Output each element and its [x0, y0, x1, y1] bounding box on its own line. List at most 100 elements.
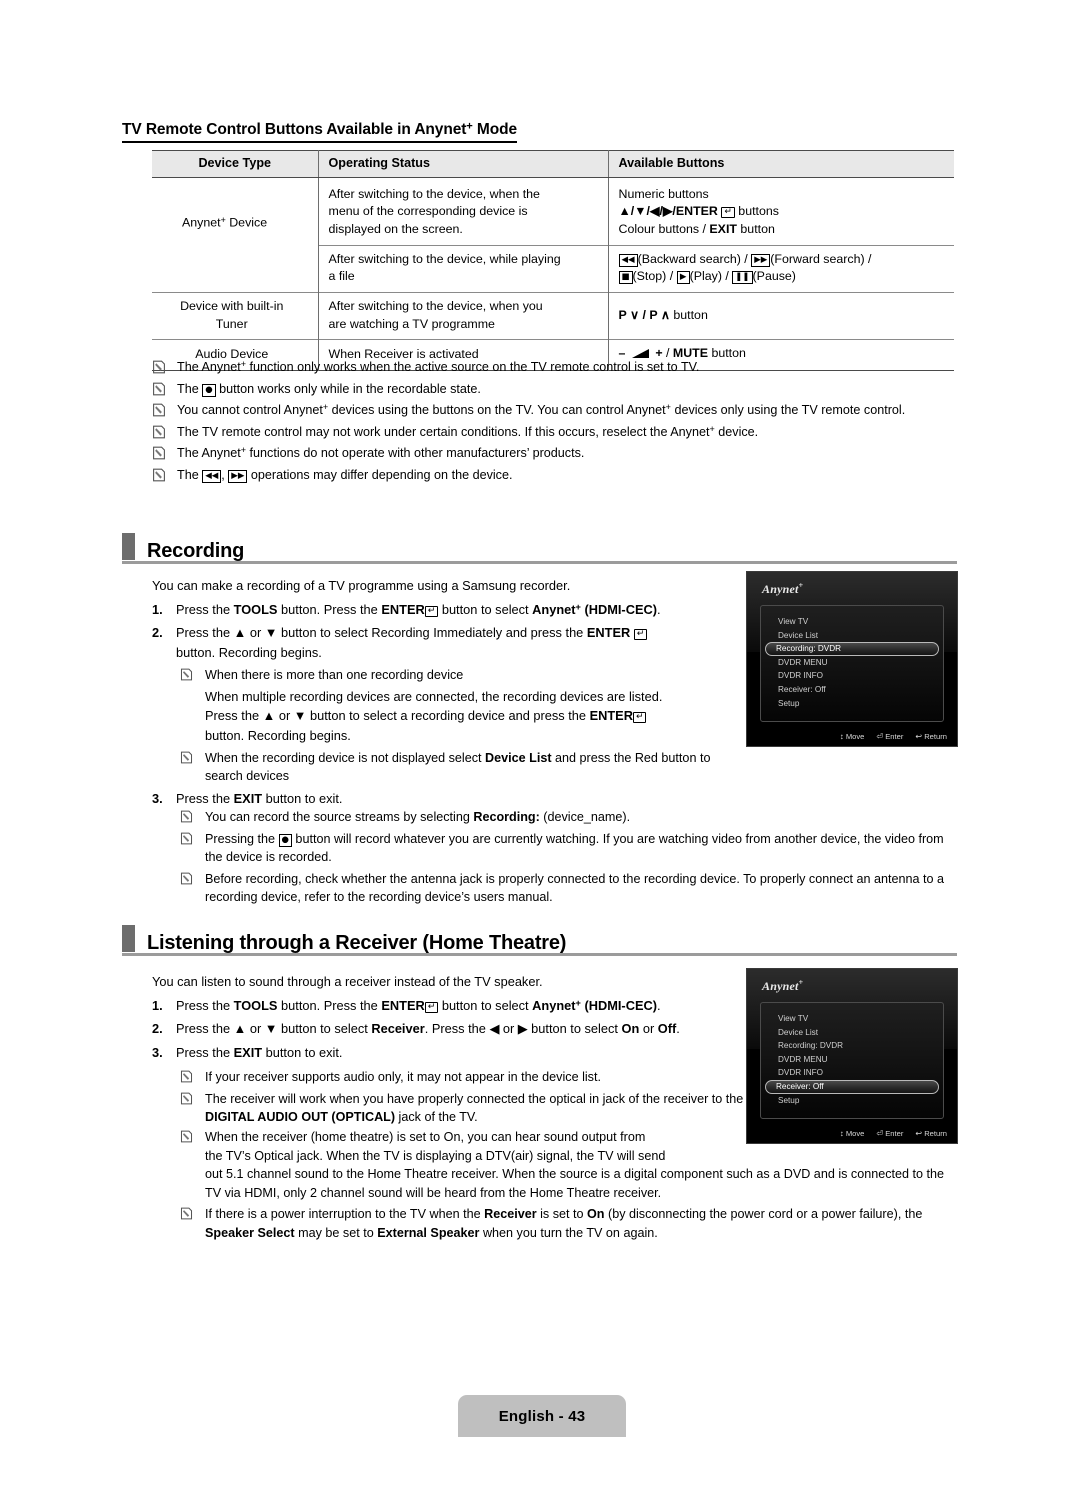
- hint-move: ↕ Move: [839, 732, 865, 741]
- hint-enter: ⏎ Enter: [876, 1129, 904, 1138]
- table-row: Device with built-in Tuner After switchin…: [152, 291, 954, 340]
- menu-item-device-list[interactable]: Device List: [767, 1026, 937, 1040]
- substep-body: When multiple recording devices are conn…: [205, 689, 663, 743]
- record-key-icon: ●: [278, 833, 292, 847]
- step-number: 1.: [152, 602, 163, 618]
- recording-step-3: 3. Press the EXIT button to exit.: [152, 789, 722, 808]
- step-number: 1.: [152, 998, 163, 1014]
- note-text: Before recording, check whether the ante…: [205, 871, 945, 905]
- tv-screen-recording-menu: Anynet+ View TV Device List Recording: D…: [746, 571, 958, 747]
- receiver-step-1: 1. Press the TOOLS button. Press the ENT…: [152, 996, 747, 1015]
- cell-device-type: Device with built-in Tuner: [152, 291, 319, 340]
- play-key-icon: ▶: [676, 271, 690, 285]
- cell-operating-status: After switching to the device, when the m…: [318, 177, 609, 246]
- note-icon: [152, 382, 166, 396]
- step-text: Press the EXIT button to exit.: [176, 1044, 343, 1060]
- note-text: You cannot control Anynet+ devices using…: [177, 402, 906, 417]
- anynet-menu-list: View TV Device List Recording: DVDR DVDR…: [760, 605, 944, 722]
- menu-item-dvdr-menu[interactable]: DVDR MENU: [767, 656, 937, 670]
- cell-available-buttons: ◀◀ (Backward search) / ▶▶ (Forward search)…: [608, 244, 954, 293]
- receiver-intro: You can listen to sound through a receiv…: [152, 974, 543, 989]
- menu-item-device-list[interactable]: Device List: [767, 629, 937, 643]
- note-text: The Anynet+ functions do not operate wit…: [177, 445, 585, 460]
- step-text: Press the ▲ or ▼ button to select Receiv…: [176, 1021, 680, 1037]
- rewind-key-icon: ◀◀: [618, 253, 638, 267]
- table-notes-list: The Anynet+ function only works when the…: [152, 358, 952, 487]
- menu-item-view-tv[interactable]: View TV: [767, 1012, 937, 1026]
- note-item: The TV remote control may not work under…: [152, 423, 952, 442]
- anynet-logo: Anynet+: [762, 978, 804, 993]
- note-icon: [152, 425, 166, 439]
- step-number: 3.: [152, 790, 163, 806]
- table-section-heading: TV Remote Control Buttons Available in A…: [122, 120, 517, 144]
- note-icon: [180, 1092, 194, 1106]
- note-text: If there is a power interruption to the …: [205, 1207, 923, 1240]
- menu-item-dvdr-menu[interactable]: DVDR MENU: [767, 1053, 937, 1067]
- note-text: When the recording device is not display…: [205, 750, 711, 784]
- note-icon: [152, 446, 166, 460]
- step-number: 2.: [152, 1021, 163, 1037]
- enter-key-icon: ↵: [424, 1002, 439, 1014]
- hint-return: ↩ Return: [915, 732, 947, 741]
- note-text: The TV remote control may not work under…: [177, 423, 759, 439]
- receiver-notes-lower: When the receiver (home theatre) is set …: [180, 1128, 952, 1245]
- menu-item-dvdr-info[interactable]: DVDR INFO: [767, 669, 937, 683]
- menu-item-recording[interactable]: Recording: DVDR: [765, 642, 939, 656]
- step-text: Press the EXIT button to exit.: [176, 790, 343, 806]
- receiver-notes-upper: If your receiver supports audio only, it…: [180, 1068, 750, 1130]
- menu-item-receiver[interactable]: Receiver: Off: [767, 683, 937, 697]
- note-icon: [152, 468, 166, 482]
- menu-item-setup[interactable]: Setup: [767, 697, 937, 711]
- note-icon: [152, 360, 166, 374]
- document-page: TV Remote Control Buttons Available in A…: [0, 0, 1080, 1488]
- tv-screen-receiver-menu: Anynet+ View TV Device List Recording: D…: [746, 968, 958, 1144]
- note-item: When the recording device is not display…: [180, 749, 722, 786]
- anynet-logo: Anynet+: [762, 581, 804, 596]
- note-icon: [180, 872, 194, 886]
- updown-arrows-icon: ↕: [839, 1129, 844, 1138]
- cell-operating-status: After switching to the device, while pla…: [318, 244, 609, 293]
- section-title: Listening through a Receiver (Home Theat…: [147, 932, 567, 954]
- menu-item-dvdr-info[interactable]: DVDR INFO: [767, 1066, 937, 1080]
- return-arrow-icon: ↩: [915, 732, 923, 741]
- note-item: If your receiver supports audio only, it…: [180, 1068, 750, 1087]
- anynet-menu-list: View TV Device List Recording: DVDR DVDR…: [760, 1002, 944, 1119]
- hint-move: ↕ Move: [839, 1129, 865, 1138]
- note-icon: [180, 668, 194, 682]
- note-item: If there is a power interruption to the …: [180, 1205, 952, 1242]
- recording-step-2-substeps: When there is more than one recording de…: [180, 666, 722, 786]
- recording-step-1: 1. Press the TOOLS button. Press the ENT…: [152, 600, 722, 619]
- note-item: The ● button works only while in the rec…: [152, 380, 952, 399]
- note-icon: [180, 1070, 194, 1084]
- pause-key-icon: ❚❚: [732, 271, 753, 285]
- cell-available-buttons: Numeric buttons ▲/▼/◀/▶/ENTER ↵ buttons …: [618, 186, 779, 237]
- updown-arrows-icon: ↕: [839, 732, 844, 741]
- menu-item-receiver[interactable]: Receiver: Off: [765, 1079, 939, 1094]
- note-text: The Anynet+ function only works when the…: [177, 359, 700, 374]
- receiver-step-3: 3. Press the EXIT button to exit.: [152, 1043, 747, 1062]
- note-item: You cannot control Anynet+ devices using…: [152, 401, 952, 420]
- recording-intro: You can make a recording of a TV program…: [152, 578, 571, 593]
- remote-buttons-table: Device Type Operating Status Available B…: [152, 150, 954, 371]
- step-number: 2.: [152, 625, 163, 641]
- note-item: The Anynet+ function only works when the…: [152, 358, 952, 377]
- cell-device-type: Anynet+ Device: [152, 177, 319, 293]
- note-item: When there is more than one recording de…: [180, 666, 722, 685]
- screen-hints: ↕ Move ⏎ Enter ↩ Return: [840, 732, 947, 741]
- receiver-body: You can listen to sound through a receiv…: [152, 972, 747, 1066]
- page-footer: English - 43: [458, 1395, 626, 1437]
- menu-item-view-tv[interactable]: View TV: [767, 615, 937, 629]
- note-text: Pressing the ● button will record whatev…: [205, 831, 944, 865]
- note-icon: [180, 810, 194, 824]
- recording-body: You can make a recording of a TV program…: [152, 576, 722, 812]
- menu-item-recording[interactable]: Recording: DVDR: [767, 1039, 937, 1053]
- enter-key-icon: ↵: [424, 606, 439, 618]
- step-number: 3.: [152, 1044, 163, 1060]
- enter-key-icon: ↵: [633, 629, 648, 641]
- note-icon: [180, 832, 194, 846]
- note-item: You can record the source streams by sel…: [180, 808, 952, 827]
- volume-icon: [631, 349, 649, 359]
- note-text: If your receiver supports audio only, it…: [205, 1070, 601, 1084]
- menu-item-setup[interactable]: Setup: [767, 1094, 937, 1108]
- enter-key-icon: ⏎: [876, 732, 884, 741]
